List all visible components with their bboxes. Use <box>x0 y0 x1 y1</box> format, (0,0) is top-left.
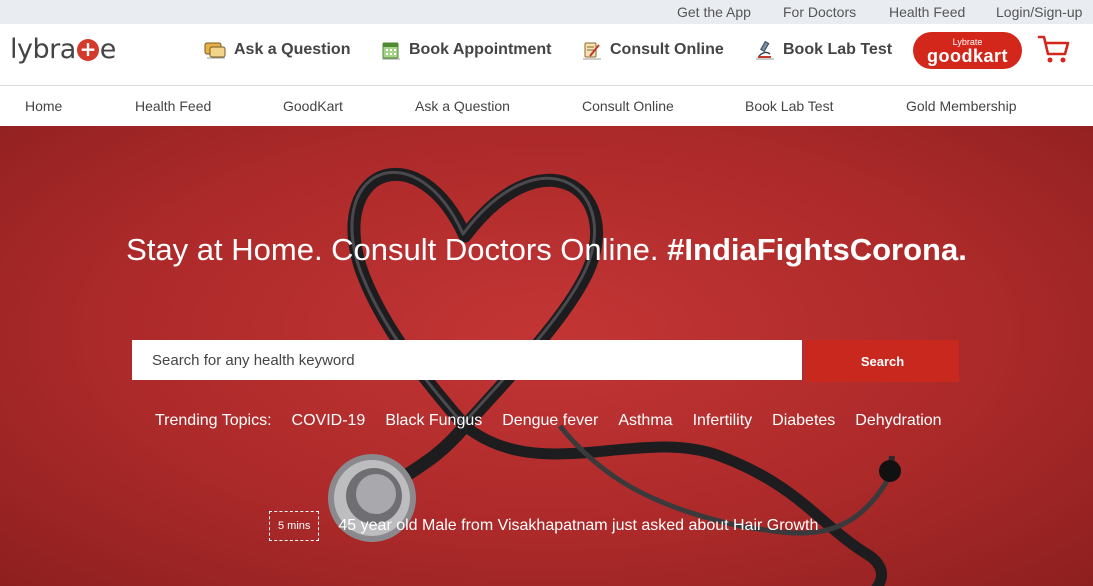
trending-topic-dengue-fever[interactable]: Dengue fever <box>502 412 598 430</box>
subnav-ask-question[interactable]: Ask a Question <box>415 98 510 114</box>
book-appointment-label: Book Appointment <box>409 41 552 58</box>
health-search-input[interactable] <box>132 340 802 380</box>
health-feed-link[interactable]: Health Feed <box>889 4 965 20</box>
goodkart-button[interactable]: Lybrate goodkart <box>913 32 1022 69</box>
hero-banner: Stay at Home. Consult Doctors Online. #I… <box>0 126 1093 586</box>
trending-topic-dehydration[interactable]: Dehydration <box>855 412 941 430</box>
headline-hashtag: #IndiaFightsCorona. <box>667 232 967 267</box>
feed-message[interactable]: 45 year old Male from Visakhapatnam just… <box>338 517 818 535</box>
secondary-nav: Home Health Feed GoodKart Ask a Question… <box>0 86 1093 126</box>
trending-topics: Trending Topics: COVID-19 Black Fungus D… <box>155 412 942 430</box>
ask-question-label: Ask a Question <box>234 41 351 58</box>
chat-bubble-icon <box>204 40 226 60</box>
trending-topic-infertility[interactable]: Infertility <box>693 412 753 430</box>
subnav-book-lab-test[interactable]: Book Lab Test <box>745 98 833 114</box>
consult-online-label: Consult Online <box>610 41 724 58</box>
feed-time-badge: 5 mins <box>269 511 320 541</box>
trending-topic-diabetes[interactable]: Diabetes <box>772 412 835 430</box>
logo-text-end: e <box>99 34 117 65</box>
consult-online-nav[interactable]: Consult Online <box>582 40 724 60</box>
cart-icon[interactable] <box>1037 34 1071 69</box>
top-utility-bar: Get the App For Doctors Health Feed Logi… <box>0 0 1093 24</box>
subnav-gold-membership[interactable]: Gold Membership <box>906 98 1017 114</box>
get-the-app-link[interactable]: Get the App <box>677 4 751 20</box>
trending-topic-asthma[interactable]: Asthma <box>618 412 672 430</box>
subnav-goodkart[interactable]: GoodKart <box>283 98 343 114</box>
subnav-health-feed[interactable]: Health Feed <box>135 98 211 114</box>
microscope-icon <box>755 40 775 60</box>
search-button[interactable]: Search <box>806 340 959 382</box>
book-lab-test-label: Book Lab Test <box>783 41 893 58</box>
trending-label: Trending Topics: <box>155 412 272 429</box>
headline-text: Stay at Home. Consult Doctors Online. <box>126 232 659 267</box>
for-doctors-link[interactable]: For Doctors <box>783 4 856 20</box>
book-appointment-nav[interactable]: Book Appointment <box>381 40 552 60</box>
goodkart-big-label: goodkart <box>926 46 1008 66</box>
trending-topic-covid-19[interactable]: COVID-19 <box>292 412 366 430</box>
trending-topic-black-fungus[interactable]: Black Fungus <box>385 412 482 430</box>
ask-question-nav[interactable]: Ask a Question <box>204 40 350 60</box>
hero-headline: Stay at Home. Consult Doctors Online. #I… <box>0 232 1093 268</box>
main-header: lybra + e Ask a Question Book Appointment … <box>0 24 1093 86</box>
live-question-feed: 5 mins 45 year old Male from Visakhapatn… <box>269 511 818 541</box>
login-signup-link[interactable]: Login/Sign-up <box>996 4 1082 20</box>
calendar-icon <box>381 40 401 60</box>
clipboard-pen-icon <box>582 40 602 60</box>
lybrate-logo[interactable]: lybra + e <box>10 34 116 65</box>
logo-text-start: lybra <box>10 34 76 65</box>
subnav-home[interactable]: Home <box>25 98 62 114</box>
book-lab-test-nav[interactable]: Book Lab Test <box>755 40 892 60</box>
subnav-consult-online[interactable]: Consult Online <box>582 98 674 114</box>
logo-cross-icon: + <box>76 39 99 61</box>
